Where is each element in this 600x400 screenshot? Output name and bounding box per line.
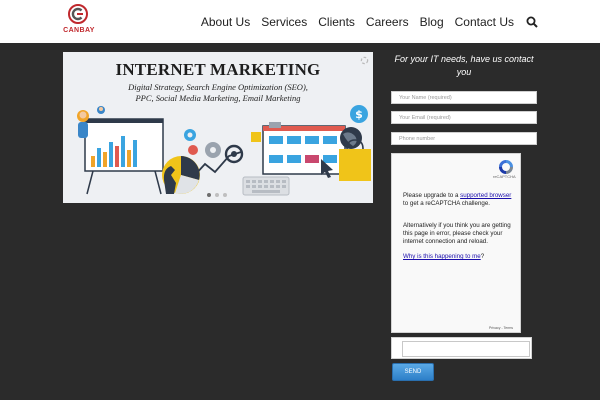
form-heading: For your IT needs, have us contact you xyxy=(394,54,534,77)
recaptcha-why-suffix: ? xyxy=(480,253,485,260)
banner-subtitle-line1: Digital Strategy, Search Engine Optimiza… xyxy=(128,82,308,92)
name-field[interactable]: Your Name (required) xyxy=(391,91,537,104)
site-header: CANBAY About Us Services Clients Careers… xyxy=(0,0,600,43)
nav-careers[interactable]: Careers xyxy=(366,15,409,29)
send-button[interactable]: SEND xyxy=(392,363,434,381)
slider-dots xyxy=(207,193,227,197)
brand-name: CANBAY xyxy=(63,27,95,34)
nav-about-us[interactable]: About Us xyxy=(201,15,250,29)
nav-clients[interactable]: Clients xyxy=(318,15,355,29)
main-nav: About Us Services Clients Careers Blog C… xyxy=(201,0,538,43)
recaptcha-msg-prefix: Please upgrade to a xyxy=(403,192,461,199)
slider-dot-2[interactable] xyxy=(215,193,219,197)
email-field[interactable]: Your Email (required) xyxy=(391,111,537,124)
canbay-logo[interactable]: CANBAY xyxy=(60,4,98,40)
recaptcha-why: Why is this happening to me? xyxy=(403,253,484,260)
recaptcha-logo-icon xyxy=(499,160,513,174)
recaptcha-upgrade-message: Please upgrade to a supported browser to… xyxy=(403,192,517,208)
nav-contact-us[interactable]: Contact Us xyxy=(455,15,514,29)
recaptcha-alternative-message: Alternatively if you think you are getti… xyxy=(403,222,511,245)
recaptcha-msg-suffix: to get a reCAPTCHA challenge. xyxy=(403,200,491,207)
banner-slider[interactable]: $ INTERNET MARKETING Digital Strategy, S… xyxy=(63,52,373,203)
supported-browser-link[interactable]: supported browser xyxy=(460,192,511,199)
recaptcha-response-input[interactable] xyxy=(402,341,530,357)
banner-title: INTERNET MARKETING xyxy=(115,60,321,79)
recaptcha-widget: reCAPTCHA Please upgrade to a supported … xyxy=(391,153,521,333)
nav-services[interactable]: Services xyxy=(261,15,307,29)
banner-subtitle-line2: PPC, Social Media Marketing, Email Marke… xyxy=(135,93,301,103)
recaptcha-brand: reCAPTCHA xyxy=(493,174,516,179)
logo-mark-icon xyxy=(68,4,88,24)
recaptcha-privacy-terms[interactable]: Privacy - Terms xyxy=(489,326,513,330)
slider-dot-3[interactable] xyxy=(223,193,227,197)
recaptcha-response-box xyxy=(391,337,532,359)
why-is-this-happening-link[interactable]: Why is this happening to me xyxy=(403,253,481,260)
loading-spinner-icon xyxy=(360,56,369,65)
phone-field[interactable]: Phone number xyxy=(391,132,537,145)
svg-text:$: $ xyxy=(355,108,363,121)
search-icon[interactable] xyxy=(526,16,538,28)
nav-blog[interactable]: Blog xyxy=(420,15,444,29)
slider-dot-1[interactable] xyxy=(207,193,211,197)
